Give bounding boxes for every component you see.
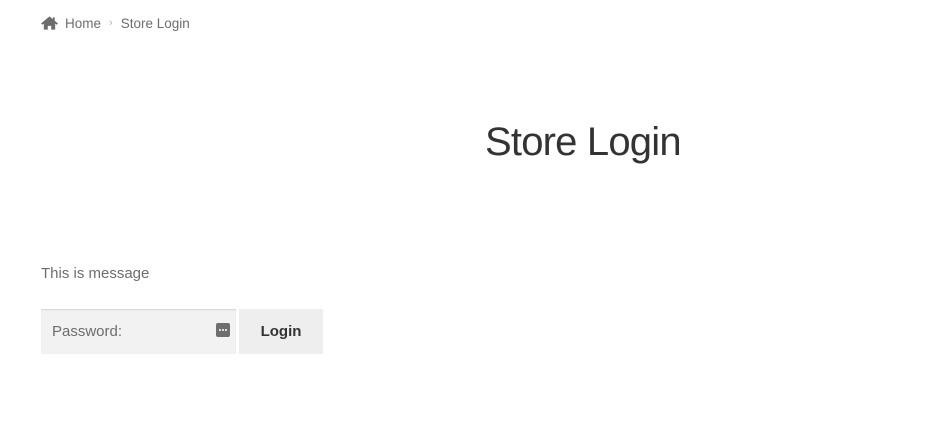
password-key-icon[interactable] — [216, 323, 230, 337]
password-input[interactable] — [41, 309, 236, 354]
page-title: Store Login — [485, 120, 682, 164]
store-login-page: Home › Store Login Store Login This is m… — [0, 0, 948, 433]
chevron-right-icon: › — [109, 17, 113, 29]
breadcrumb: Home › Store Login — [41, 14, 190, 32]
breadcrumb-home-label: Home — [65, 15, 102, 31]
breadcrumb-current: Store Login — [120, 15, 190, 31]
login-button[interactable]: Login — [239, 309, 323, 354]
home-icon — [41, 16, 58, 30]
login-form: Login — [41, 309, 323, 354]
breadcrumb-home-link[interactable]: Home — [41, 16, 101, 31]
login-message: This is message — [41, 265, 150, 282]
password-field-wrapper — [41, 309, 236, 354]
